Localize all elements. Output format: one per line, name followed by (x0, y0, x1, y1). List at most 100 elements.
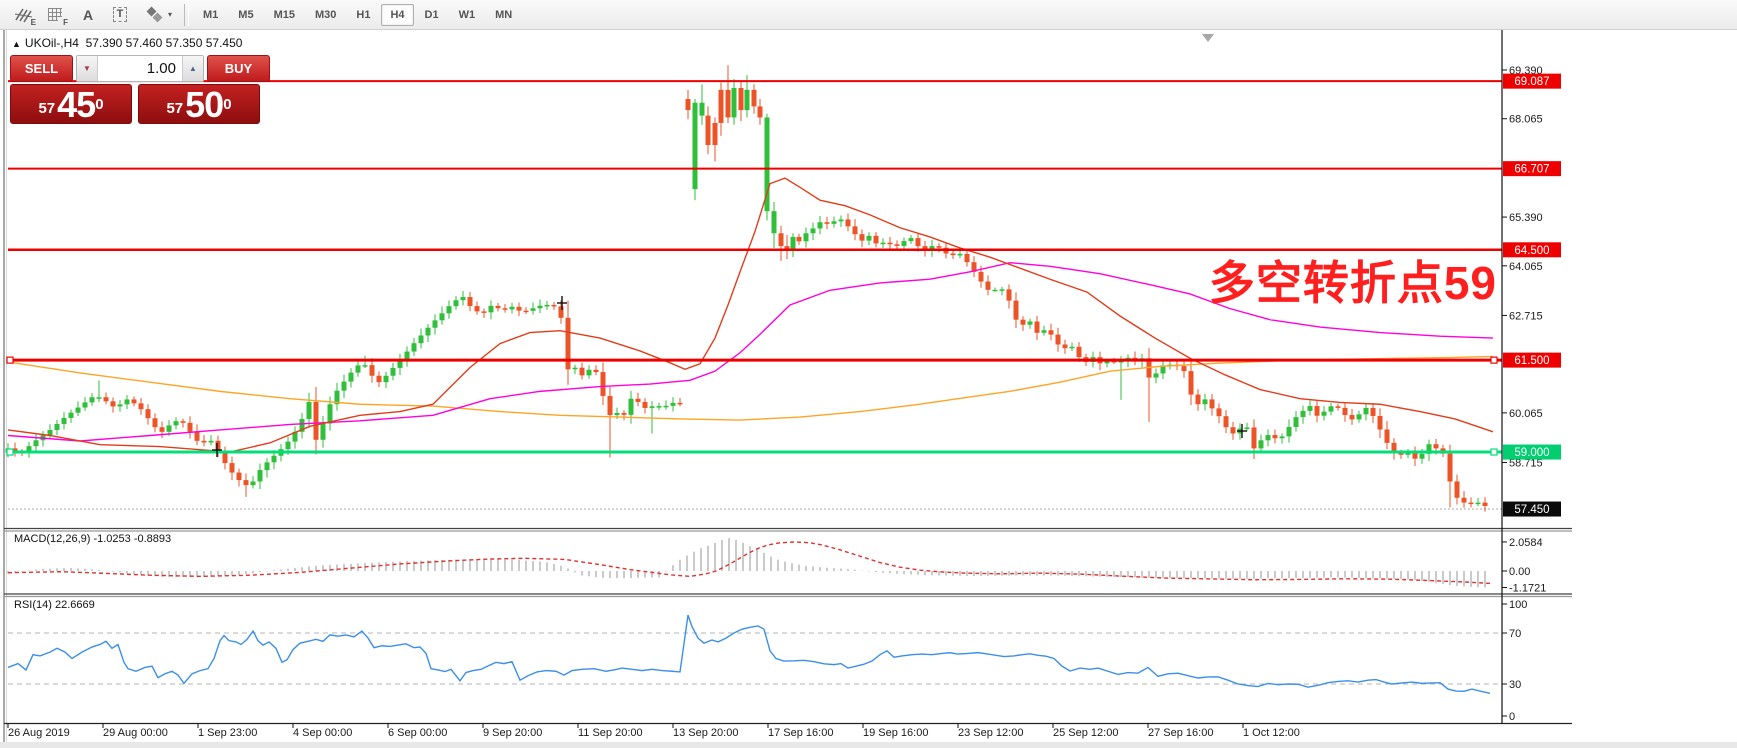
price-level-badge-text: 64.500 (1514, 245, 1549, 257)
macd-scale-label: 2.0584 (1509, 537, 1543, 549)
candle-body (838, 219, 844, 222)
timeframe-button-m1[interactable]: M1 (194, 4, 227, 26)
candle-body (446, 306, 452, 314)
line-selection-handle[interactable] (6, 448, 14, 456)
candle-body (110, 401, 116, 407)
volume-decrease-button[interactable]: ▼ (77, 56, 98, 81)
ohlc-quote-values: 57.390 57.460 57.350 57.450 (85, 36, 243, 50)
time-axis-label: 19 Sep 16:00 (863, 727, 928, 739)
candle-body (831, 221, 837, 224)
candle-body (1076, 346, 1082, 358)
line-selection-handle[interactable] (6, 356, 14, 364)
candle-body (229, 463, 235, 473)
candle-body (824, 222, 830, 224)
grid-icon[interactable]: F (42, 2, 70, 28)
timeframe-button-h1[interactable]: H1 (347, 4, 379, 26)
candle-body (1454, 481, 1460, 498)
candle-body (1181, 366, 1187, 372)
timeframe-button-group: M1 M5 M15 M30 H1 H4 D1 W1 MN (193, 3, 522, 26)
collapse-chart-arrow-icon[interactable]: ▲ (12, 39, 21, 49)
candle-body (1363, 407, 1369, 415)
candle-body (999, 289, 1005, 291)
price-axis-tick-label: 65.390 (1509, 212, 1543, 224)
candle-body (1048, 330, 1054, 335)
candle-body (75, 407, 81, 413)
line-selection-handle[interactable] (1490, 356, 1498, 364)
candle-body (82, 402, 88, 408)
time-axis-label: 13 Sep 20:00 (673, 727, 738, 739)
candle-body (894, 244, 900, 246)
sell-price-pips: 45 (57, 84, 96, 125)
dropdown-caret-icon: ▾ (167, 10, 172, 19)
chart-text-annotation[interactable]: 多空转折点59 (1209, 258, 1497, 309)
candle-body (810, 228, 816, 234)
candle-body (327, 404, 333, 424)
timeframe-button-m30[interactable]: M30 (306, 4, 345, 26)
time-axis-label: 1 Oct 12:00 (1243, 727, 1300, 739)
macd-scale-label: 0.00 (1509, 566, 1530, 578)
candle-body (572, 367, 578, 370)
candle-body (873, 235, 879, 244)
one-click-trading-widget: SELL ▼ ▲ BUY 57 45 0 57 50 0 (10, 55, 270, 124)
window-bottom-strip (0, 742, 1737, 748)
buy-price-point: 0 (223, 96, 232, 113)
candle-body (558, 306, 564, 318)
timeframe-button-m15[interactable]: M15 (265, 4, 304, 26)
timeframe-button-w1[interactable]: W1 (450, 4, 485, 26)
candle-body (89, 397, 95, 403)
candle-body (1461, 497, 1467, 503)
candle-body (208, 440, 214, 443)
objects-arrange-icon[interactable]: ▾ (138, 2, 178, 28)
line-selection-handle[interactable] (1490, 448, 1498, 456)
price-axis-tick-label: 68.065 (1509, 114, 1543, 126)
candle-body (355, 365, 361, 373)
candle-body (285, 441, 291, 450)
icon-sub-letter: E (30, 17, 36, 27)
candle-body (516, 306, 522, 311)
buy-button[interactable]: BUY (207, 55, 270, 82)
candle-body (1482, 502, 1488, 506)
sell-price-panel[interactable]: 57 45 0 (10, 84, 132, 124)
candle-body (194, 431, 200, 441)
candle-body (887, 242, 893, 245)
buy-price-panel[interactable]: 57 50 0 (138, 84, 260, 124)
candle-body (656, 406, 662, 408)
candle-body (530, 308, 536, 311)
candle-body (642, 401, 648, 408)
candle-body (1475, 502, 1481, 505)
candle-body (166, 425, 172, 432)
text-label-icon[interactable]: A (74, 2, 102, 28)
sell-price-integer: 57 (38, 100, 56, 117)
candle-body (390, 367, 396, 376)
candle-body (607, 395, 613, 416)
candle-body (1195, 394, 1201, 405)
timeframe-button-h4[interactable]: H4 (381, 3, 414, 26)
time-axis-label: 23 Sep 12:00 (958, 727, 1023, 739)
volume-increase-button[interactable]: ▲ (182, 56, 203, 81)
candle-body (866, 235, 872, 241)
volume-input[interactable] (98, 56, 182, 81)
candle-body (187, 422, 193, 432)
candle-body (306, 401, 312, 419)
expert-advisor-icon[interactable]: E (10, 2, 38, 28)
rsi-scale-label: 100 (1509, 599, 1527, 611)
timeframe-button-d1[interactable]: D1 (416, 4, 448, 26)
chart-background (0, 30, 1737, 748)
candle-body (1321, 411, 1327, 416)
candle-body (1356, 414, 1362, 420)
candle-body (635, 398, 641, 402)
candle-body (1258, 440, 1264, 449)
buy-price-pips: 50 (185, 84, 224, 125)
rsi-indicator-label: RSI(14) 22.6669 (14, 599, 95, 611)
candle-body (1265, 435, 1271, 441)
timeframe-button-m5[interactable]: M5 (229, 4, 262, 26)
timeframe-button-mn[interactable]: MN (486, 4, 521, 26)
candle-body (1342, 407, 1348, 416)
candle-body (803, 233, 809, 242)
text-box-tool-icon[interactable]: T (106, 2, 134, 28)
candle-body (243, 480, 249, 486)
candle-body (460, 297, 466, 301)
candle-body (124, 399, 130, 405)
candle-body (411, 343, 417, 352)
sell-button[interactable]: SELL (10, 55, 73, 82)
